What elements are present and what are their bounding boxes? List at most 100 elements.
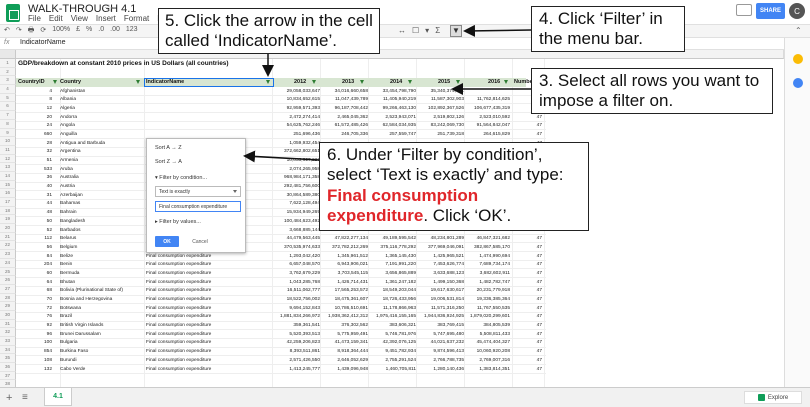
header-country[interactable]: Country: [60, 79, 81, 85]
cell-num[interactable]: 47: [512, 262, 542, 267]
comment-icon[interactable]: [736, 4, 752, 16]
sort-a-z-option[interactable]: Sort A → Z: [155, 145, 182, 151]
cell-country-id[interactable]: 28: [16, 141, 52, 146]
cell-2013[interactable]: 8,918,364,444: [320, 349, 368, 354]
cell-2012[interactable]: 1,881,834,266,972: [272, 314, 320, 319]
row-number[interactable]: 34: [0, 345, 16, 355]
cell-num[interactable]: 47: [512, 288, 542, 293]
cell-2014[interactable]: 18,726,433,956: [368, 297, 416, 302]
row-number[interactable]: 11: [0, 145, 16, 155]
row-number[interactable]: 7: [0, 111, 16, 120]
row-number[interactable]: 6: [0, 102, 16, 112]
cell-country-id[interactable]: 31: [16, 193, 52, 198]
cell-2016[interactable]: 5,508,811,433: [466, 332, 510, 337]
row-number[interactable]: 1: [0, 59, 16, 68]
cell-country[interactable]: Barbados: [60, 228, 81, 233]
table-row[interactable]: 854 Burkina Faso Final consumption expendi…: [16, 348, 546, 357]
header-2016[interactable]: 2016: [488, 79, 500, 85]
cell-country[interactable]: Burkina Faso: [60, 349, 88, 354]
cell-2013[interactable]: 34,016,660,658: [320, 89, 368, 94]
cell-country-id[interactable]: 20: [16, 115, 52, 120]
filter-arrow-icon[interactable]: [136, 80, 140, 84]
cell-2013[interactable]: 96,187,708,442: [320, 106, 368, 111]
cell-country-id[interactable]: 96: [16, 332, 52, 337]
formula-input[interactable]: IndicatorName: [20, 39, 66, 46]
cell-2015[interactable]: 1,944,836,924,925: [416, 314, 464, 319]
filter-arrow-icon[interactable]: [408, 80, 412, 84]
header-2014[interactable]: 2014: [390, 79, 402, 85]
cell-2013[interactable]: 2,465,045,362: [320, 115, 368, 120]
cell-num[interactable]: 47: [512, 349, 542, 354]
cell-country[interactable]: Bosnia and Herzegovina: [60, 297, 112, 302]
cell-num[interactable]: 47: [512, 132, 542, 137]
cell-country[interactable]: Belgium: [60, 245, 77, 250]
cell-2016[interactable]: 45,474,404,327: [466, 340, 510, 345]
cell-2015[interactable]: 11,571,316,250: [416, 306, 464, 311]
cell-2013[interactable]: 18,475,361,607: [320, 297, 368, 302]
cell-2013[interactable]: 1,345,961,512: [320, 254, 368, 259]
cell-2016[interactable]: 11,767,550,535: [466, 306, 510, 311]
toolbar-button[interactable]: 123: [126, 26, 138, 37]
toolbar-button[interactable]: ▾: [425, 26, 429, 35]
toolbar-button[interactable]: £: [76, 26, 80, 37]
condition-value-input[interactable]: Final consumption expenditure: [155, 201, 241, 212]
filter-by-values-toggle[interactable]: ▸ Filter by values...: [155, 219, 201, 225]
cell-2014[interactable]: 62,584,034,935: [368, 123, 416, 128]
cell-country-id[interactable]: 72: [16, 306, 52, 311]
cell-2015[interactable]: 3,633,688,123: [416, 271, 464, 276]
row-number[interactable]: 24: [0, 258, 16, 268]
table-row[interactable]: 108 Burundi Final consumption expenditure 2…: [16, 356, 546, 365]
cell-country[interactable]: Botswana: [60, 306, 81, 311]
cell-2012[interactable]: 7,622,128,494: [272, 201, 320, 206]
row-number[interactable]: 26: [0, 276, 16, 285]
sheet-title[interactable]: GDP/breakdown at constant 2010 prices in…: [18, 60, 229, 67]
cell-country-id[interactable]: 76: [16, 314, 52, 319]
cell-2016[interactable]: 10,060,920,208: [466, 349, 510, 354]
cell-country-id[interactable]: 84: [16, 254, 52, 259]
cell-indicator[interactable]: Final consumption expenditure: [146, 367, 211, 372]
table-row[interactable]: 56BelgiumFinal consumption expenditure37…: [16, 243, 546, 253]
menu-item[interactable]: View: [71, 14, 88, 23]
table-row[interactable]: 92 British Virgin Islands Final consumptio…: [16, 322, 546, 331]
cell-2015[interactable]: 48,234,801,289: [416, 236, 464, 241]
cell-country[interactable]: Australia: [60, 175, 79, 180]
cell-2013[interactable]: 17,565,253,572: [320, 288, 368, 293]
toolbar-button[interactable]: ↷: [16, 26, 22, 37]
cell-country[interactable]: Algeria: [60, 106, 75, 111]
cell-2015[interactable]: 5,747,695,480: [416, 332, 464, 337]
chevron-up-icon[interactable]: ⌃: [795, 26, 802, 35]
cell-num[interactable]: 47: [512, 323, 542, 328]
cell-2012[interactable]: 2,571,426,550: [272, 358, 320, 363]
table-row[interactable]: 204 Benin Final consumption expenditure 6,6…: [16, 261, 546, 270]
cell-2013[interactable]: 41,473,159,341: [320, 340, 368, 345]
cell-country[interactable]: Anguilla: [60, 132, 77, 137]
cell-2014[interactable]: 11,405,940,219: [368, 97, 416, 102]
cell-2016[interactable]: 46,847,321,682: [466, 236, 510, 241]
cell-num[interactable]: 47: [512, 271, 542, 276]
cell-2014[interactable]: 18,549,203,044: [368, 288, 416, 293]
row-number[interactable]: 9: [0, 128, 16, 138]
table-row[interactable]: 70 Bosnia and Herzegovina Final consumptio…: [16, 296, 546, 305]
cell-2013[interactable]: 1,426,714,431: [320, 280, 368, 285]
cell-2015[interactable]: 83,242,069,730: [416, 123, 464, 128]
cell-country[interactable]: Brazil: [60, 314, 72, 319]
filter-by-condition-toggle[interactable]: ▾ Filter by condition...: [155, 175, 207, 181]
table-row[interactable]: 132 Cabo Verde Final consumption expenditu…: [16, 365, 546, 374]
cell-2013[interactable]: 372,782,212,269: [320, 245, 368, 250]
filter-button[interactable]: ▼: [450, 25, 462, 37]
cell-country-id[interactable]: 92: [16, 323, 52, 328]
cell-2015[interactable]: 1,280,140,436: [416, 367, 464, 372]
cell-2012[interactable]: 8,393,511,861: [272, 349, 320, 354]
add-sheet-button[interactable]: +: [6, 392, 12, 404]
cell-2015[interactable]: 19,006,531,814: [416, 297, 464, 302]
cell-country-id[interactable]: 50: [16, 219, 52, 224]
cell-2014[interactable]: 2,523,943,071: [368, 115, 416, 120]
cell-2016[interactable]: 106,677,435,319: [466, 106, 510, 111]
table-row[interactable]: 4 Afghanistan 29,058,033,647 34,016,660,658…: [16, 87, 546, 96]
cell-indicator[interactable]: Final consumption expenditure: [146, 306, 211, 311]
cell-2015[interactable]: 11,587,302,903: [416, 97, 464, 102]
row-number[interactable]: 10: [0, 137, 16, 146]
table-row[interactable]: 96 Brunei Darussalam Final consumption exp…: [16, 330, 546, 339]
cell-country-id[interactable]: 32: [16, 149, 52, 154]
cell-2012[interactable]: 9,694,152,843: [272, 306, 320, 311]
